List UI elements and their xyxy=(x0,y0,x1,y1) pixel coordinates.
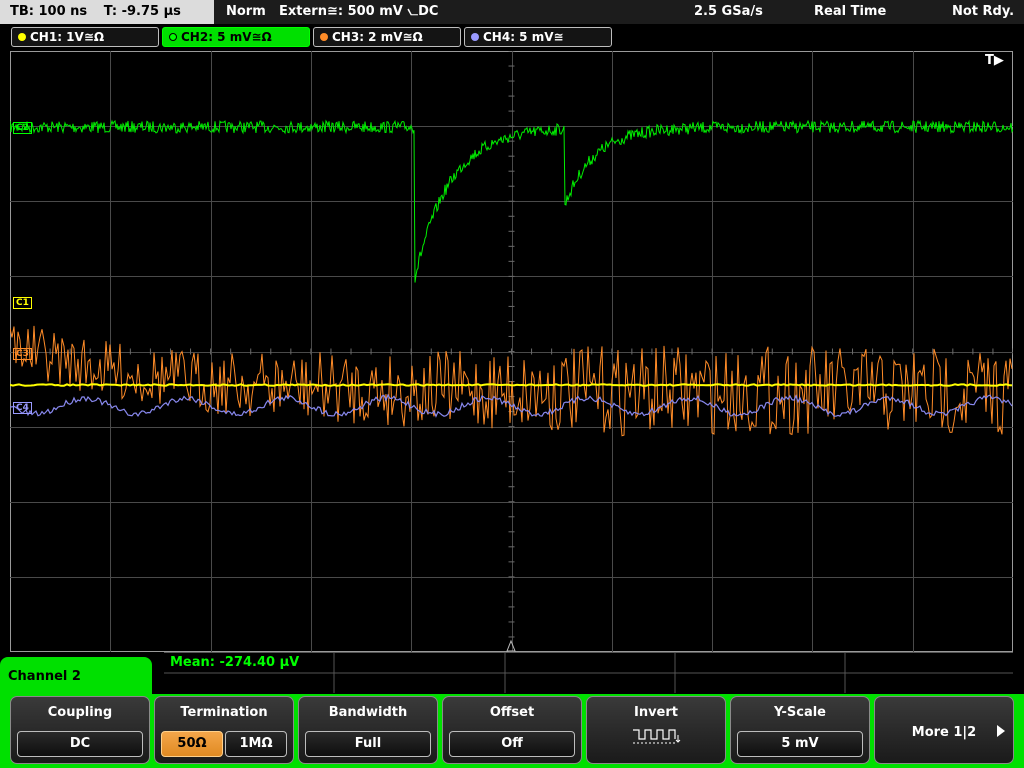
softkey-bar: Coupling DC Termination 50Ω 1MΩ Bandwidt… xyxy=(0,694,1024,768)
channel-1-color-icon xyxy=(18,33,26,41)
channel-tab-label: CH3: 2 mV≅Ω xyxy=(332,30,423,44)
ch2-reference-marker[interactable]: C2 xyxy=(13,122,32,134)
offset-label: Offset xyxy=(489,705,535,720)
coupling-label: Coupling xyxy=(47,705,113,720)
termination-1mohm-option[interactable]: 1MΩ xyxy=(225,731,287,757)
more-label: More 1|2 xyxy=(911,725,977,740)
bandwidth-value[interactable]: Full xyxy=(305,731,431,757)
ch4-reference-marker[interactable]: C4 xyxy=(13,402,32,414)
yscale-value[interactable]: 5 mV xyxy=(737,731,863,757)
termination-softkey[interactable]: Termination 50Ω 1MΩ xyxy=(154,696,294,764)
channel-tab-label: CH1: 1V≅Ω xyxy=(30,30,105,44)
offset-value[interactable]: Off xyxy=(449,731,575,757)
status-bar: TB: 100 ns T: -9.75 µs Norm Extern≅: 500… xyxy=(0,0,1024,24)
channel-4-color-icon xyxy=(471,33,479,41)
mean-measurement[interactable]: Mean: -274.40 µV xyxy=(170,655,299,670)
ch3-reference-marker[interactable]: C3 xyxy=(13,348,32,360)
channel-tab-bar: CH1: 1V≅Ω CH2: 5 mV≅Ω CH3: 2 mV≅Ω CH4: 5… xyxy=(0,25,1024,49)
ch1-reference-marker[interactable]: C1 xyxy=(13,297,32,309)
sample-rate[interactable]: 2.5 GSa/s xyxy=(694,0,763,24)
bandwidth-label: Bandwidth xyxy=(328,705,408,720)
invert-label: Invert xyxy=(633,705,678,720)
channel-tab-label: CH2: 5 mV≅Ω xyxy=(181,30,272,44)
termination-50ohm-option[interactable]: 50Ω xyxy=(161,731,223,757)
channel-3-color-icon xyxy=(320,33,328,41)
channel-tab-4[interactable]: CH4: 5 mV≅ xyxy=(464,27,612,47)
invert-softkey[interactable]: Invert xyxy=(586,696,726,764)
coupling-softkey[interactable]: Coupling DC xyxy=(10,696,150,764)
chevron-right-icon xyxy=(997,725,1005,737)
bandwidth-softkey[interactable]: Bandwidth Full xyxy=(298,696,438,764)
timebase-value: TB: 100 ns xyxy=(10,4,88,19)
trigger-time-value: T: -9.75 µs xyxy=(103,4,181,19)
coupling-value[interactable]: DC xyxy=(17,731,143,757)
waveform-display[interactable] xyxy=(10,51,1013,652)
offset-softkey[interactable]: Offset Off xyxy=(442,696,582,764)
termination-label: Termination xyxy=(180,705,268,720)
ch1-trace xyxy=(10,383,1013,387)
yscale-label: Y-Scale xyxy=(773,705,826,720)
menu-title: Channel 2 xyxy=(0,657,152,697)
trigger-mode[interactable]: Norm xyxy=(226,0,266,24)
measurement-row: Mean: -274.40 µV xyxy=(164,652,1013,693)
channel-tab-label: CH4: 5 mV≅ xyxy=(483,30,564,44)
channel-tab-1[interactable]: CH1: 1V≅Ω xyxy=(11,27,159,47)
channel-tab-3[interactable]: CH3: 2 mV≅Ω xyxy=(313,27,461,47)
yscale-softkey[interactable]: Y-Scale 5 mV xyxy=(730,696,870,764)
channel-2-color-icon xyxy=(169,33,177,41)
acquisition-status: Not Rdy. xyxy=(952,4,1015,19)
timebase-box[interactable]: TB: 100 ns T: -9.75 µs xyxy=(0,0,214,24)
trigger-source[interactable]: Extern≅: 500 mV ⦦DC xyxy=(279,0,438,24)
graticule xyxy=(10,51,1013,652)
channel-tab-2[interactable]: CH2: 5 mV≅Ω xyxy=(162,27,310,47)
square-wave-icon xyxy=(633,729,681,744)
acquisition-mode[interactable]: Real Time xyxy=(814,0,886,24)
trigger-position-marker: T▶ xyxy=(985,53,1004,68)
more-softkey[interactable]: More 1|2 xyxy=(874,696,1014,764)
